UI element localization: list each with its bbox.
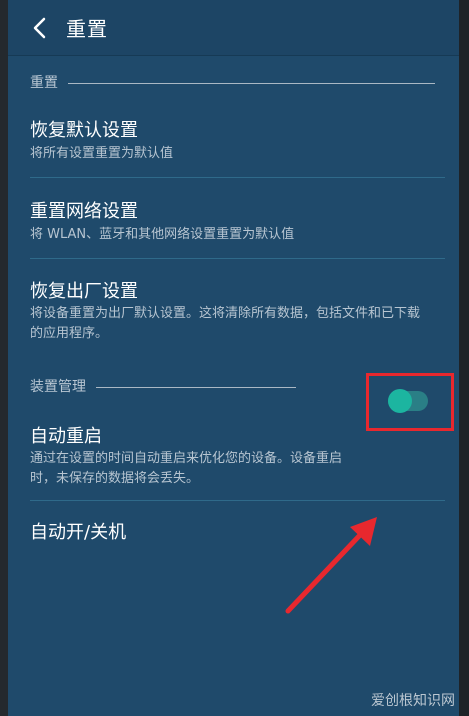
watermark: 爱创根知识网	[371, 693, 455, 709]
annotation-arrow-icon	[285, 517, 377, 614]
